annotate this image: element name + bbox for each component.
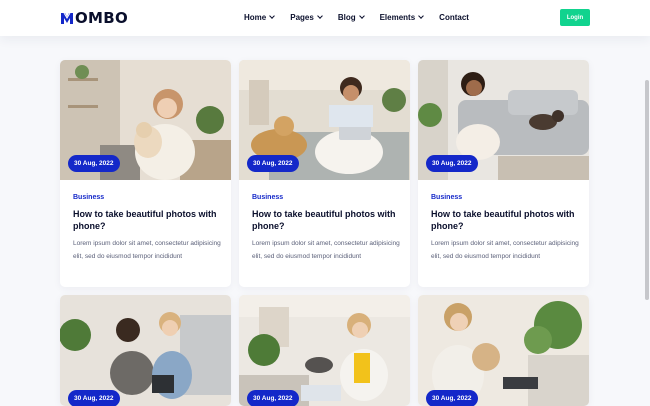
main-nav: Home Pages Blog Elements Contact <box>244 12 485 23</box>
nav-home[interactable]: Home <box>244 12 276 23</box>
post-date-badge: 30 Aug, 2022 <box>426 155 478 172</box>
post-category[interactable]: Business <box>431 194 462 201</box>
post-image[interactable]: 30 Aug, 2022 <box>60 60 231 180</box>
post-title[interactable]: How to take beautiful photos with phone? <box>431 208 586 232</box>
nav-contact-label: Contact <box>439 13 469 22</box>
post-date-badge: 30 Aug, 2022 <box>68 155 120 172</box>
nav-pages[interactable]: Pages <box>290 12 323 23</box>
post-category[interactable]: Business <box>252 194 283 201</box>
post-date-badge: 30 Aug, 2022 <box>247 390 299 406</box>
post-date-badge: 30 Aug, 2022 <box>426 390 478 406</box>
blog-card[interactable]: 30 Aug, 2022 <box>60 295 231 406</box>
blog-card[interactable]: 30 Aug, 2022 <box>418 295 589 406</box>
post-excerpt: Lorem ipsum dolor sit amet, consectetur … <box>431 240 579 260</box>
nav-contact[interactable]: Contact <box>439 12 469 23</box>
scrollbar[interactable] <box>645 80 649 300</box>
post-category[interactable]: Business <box>73 194 104 201</box>
post-image[interactable]: 30 Aug, 2022 <box>418 295 589 406</box>
nav-elements-label: Elements <box>379 13 416 22</box>
post-image[interactable]: 30 Aug, 2022 <box>418 60 589 180</box>
nav-elements[interactable]: Elements <box>379 12 425 23</box>
blog-card[interactable]: 30 Aug, 2022 Business How to take beauti… <box>418 60 589 287</box>
post-title[interactable]: How to take beautiful photos with phone? <box>73 208 228 232</box>
post-date-badge: 30 Aug, 2022 <box>68 390 120 406</box>
nav-blog-label: Blog <box>337 13 356 22</box>
blog-card[interactable]: 30 Aug, 2022 Business How to take beauti… <box>239 60 410 287</box>
chevron-down-icon <box>358 13 365 19</box>
blog-card[interactable]: 30 Aug, 2022 Business How to take beauti… <box>60 60 231 287</box>
post-excerpt: Lorem ipsum dolor sit amet, consectetur … <box>73 240 221 260</box>
login-button[interactable]: Login <box>560 9 590 26</box>
post-image[interactable]: 30 Aug, 2022 <box>239 295 410 406</box>
header: OMBO Home Pages Blog Elements Contact Lo… <box>0 0 650 36</box>
blog-card[interactable]: 30 Aug, 2022 <box>239 295 410 406</box>
post-image[interactable]: 30 Aug, 2022 <box>239 60 410 180</box>
nav-pages-label: Pages <box>290 13 314 22</box>
post-image[interactable]: 30 Aug, 2022 <box>60 295 231 406</box>
post-title[interactable]: How to take beautiful photos with phone? <box>252 208 407 232</box>
logo[interactable]: OMBO <box>60 10 128 26</box>
logo-text: OMBO <box>75 9 129 27</box>
chevron-down-icon <box>316 13 323 19</box>
chevron-down-icon <box>418 13 425 19</box>
post-excerpt: Lorem ipsum dolor sit amet, consectetur … <box>252 240 400 260</box>
logo-mark-icon <box>61 12 73 24</box>
nav-blog[interactable]: Blog <box>337 12 365 23</box>
nav-home-label: Home <box>244 13 267 22</box>
post-date-badge: 30 Aug, 2022 <box>247 155 299 172</box>
chevron-down-icon <box>269 13 276 19</box>
